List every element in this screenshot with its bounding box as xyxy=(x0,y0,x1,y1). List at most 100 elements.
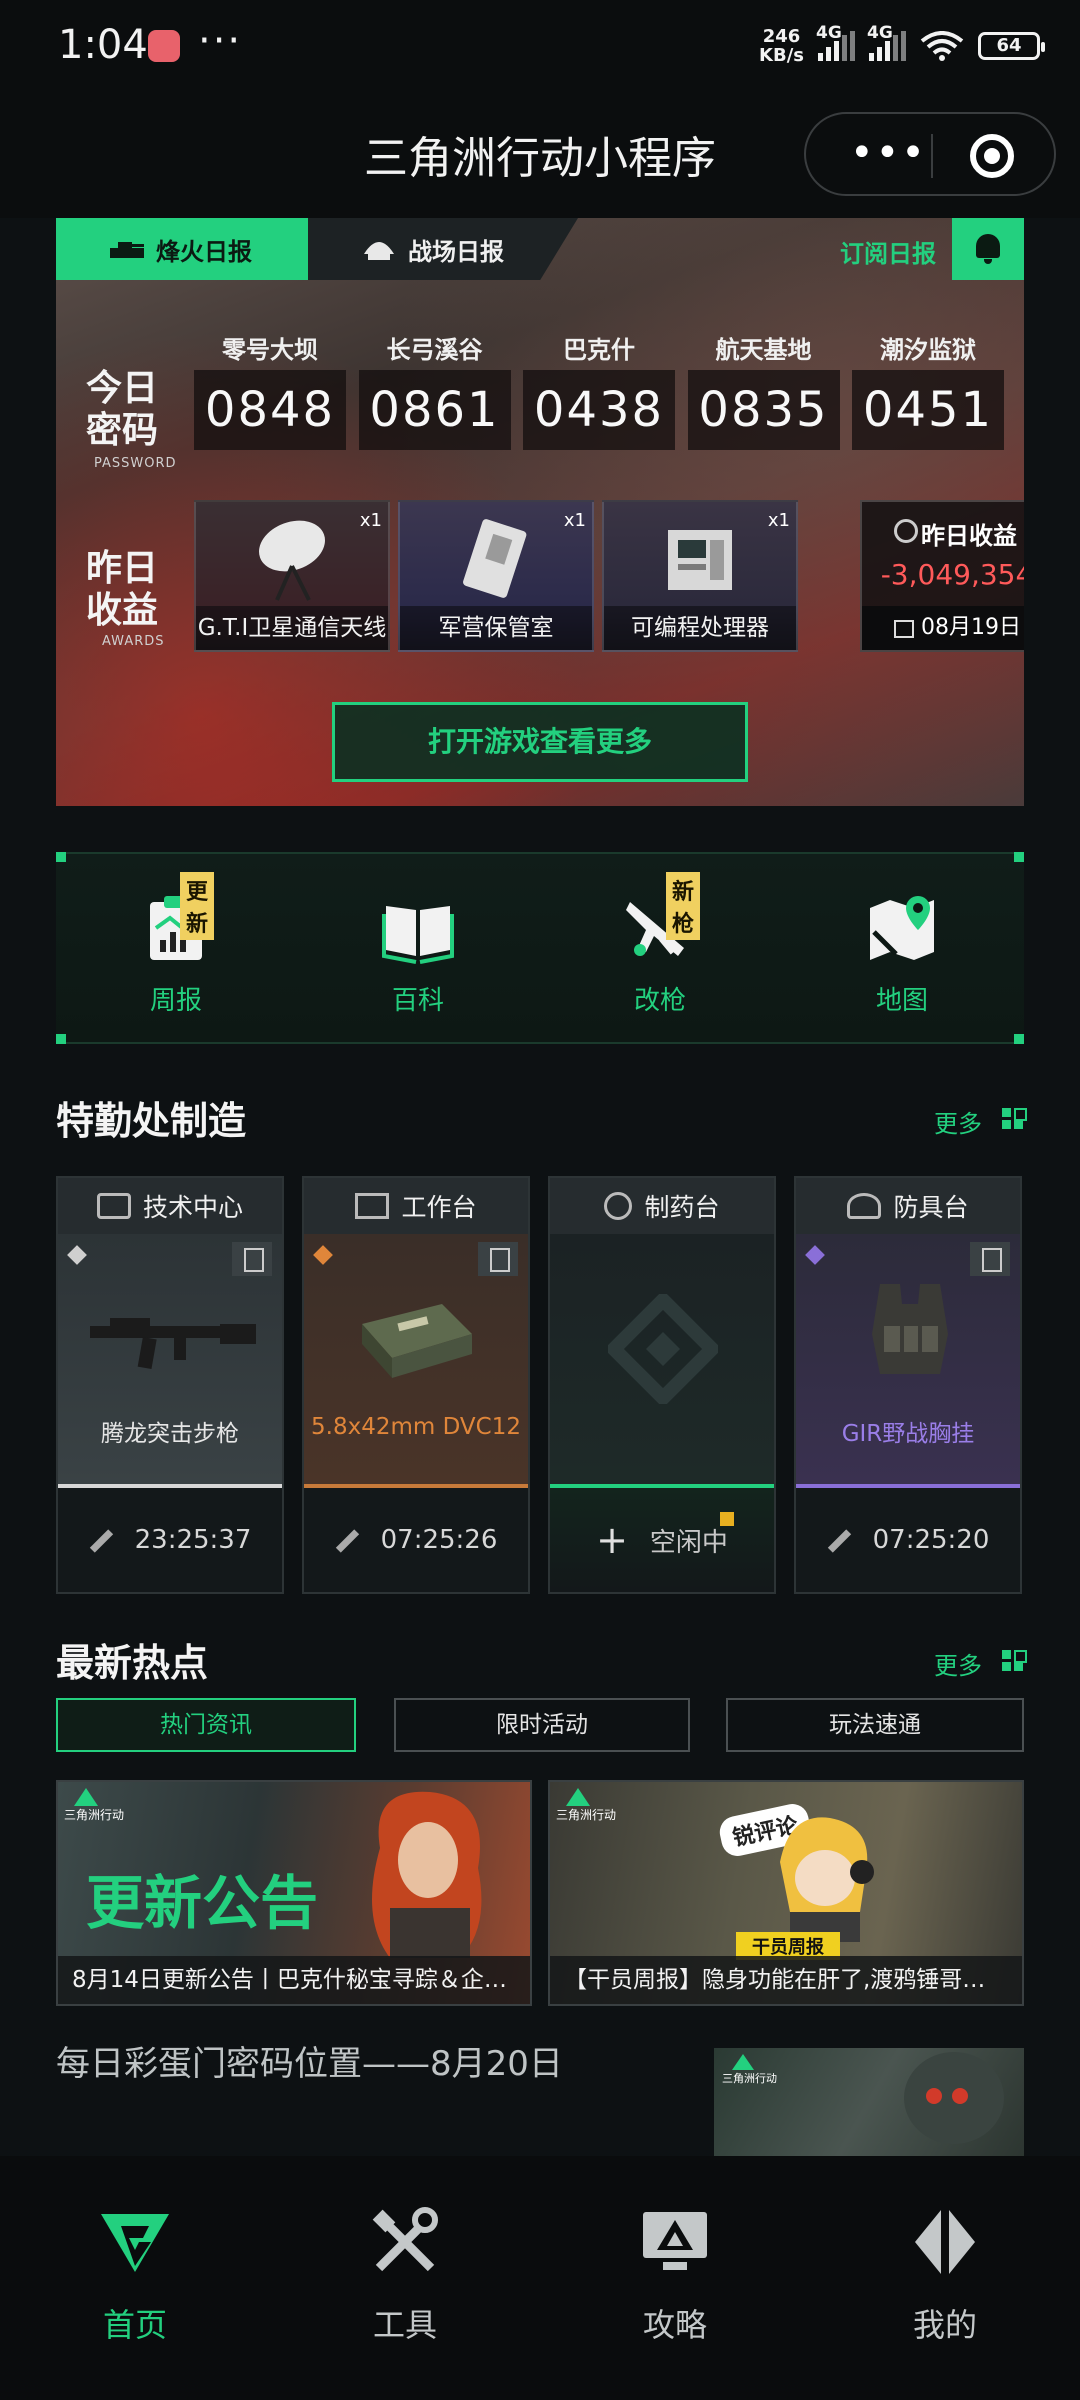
quick-gun-mod[interactable]: 新枪 改枪 xyxy=(580,872,740,1017)
code-value: 0438 xyxy=(523,370,675,450)
monitor-icon xyxy=(96,1193,131,1219)
code-item: 巴克什 0438 xyxy=(523,330,675,450)
code-value: 0835 xyxy=(687,370,840,450)
workshop-title: 特勤处制造 xyxy=(56,1099,247,1143)
code-value: 0848 xyxy=(194,370,346,450)
subscribe-daily-link[interactable]: 订阅日报 xyxy=(840,234,936,269)
password-codes: 零号大坝 0848 长弓溪谷 0861 巴克什 0438 航天基地 0835 潮汐监狱 0… xyxy=(194,330,1004,450)
code-item: 长弓溪谷 0861 xyxy=(358,330,511,450)
corner-decoration xyxy=(1014,1034,1024,1044)
earnings-title: 昨日收益 xyxy=(862,516,1024,551)
corner-decoration xyxy=(56,1034,66,1044)
news-caption: 【干员周报】隐身功能在肝了,渡鸦锤哥… xyxy=(550,1956,1022,2004)
game-logo: 三角洲行动 xyxy=(556,1788,616,1823)
bench-header: 工作台 xyxy=(304,1178,528,1234)
map-pin-icon xyxy=(866,892,938,964)
status-bar: 1:04 ··· 246 KB/s 4G 4G 64 xyxy=(0,0,1080,92)
grid-icon xyxy=(1002,1650,1027,1672)
tab-gameplay-guide[interactable]: 玩法速通 xyxy=(726,1698,1024,1752)
bench-footer: + 空闲中 xyxy=(550,1488,774,1592)
helmet-icon xyxy=(364,242,394,260)
bench-timer: 07:25:26 xyxy=(380,1525,498,1555)
alert-icon xyxy=(720,1512,734,1526)
rifle-icon: 新枪 xyxy=(624,872,701,964)
tab-fire-daily[interactable]: 烽火日报 xyxy=(56,218,308,280)
quick-map[interactable]: 地图 xyxy=(822,892,982,1017)
wrench-icon xyxy=(89,1528,113,1552)
nav-tools[interactable]: 工具 xyxy=(325,2206,485,2346)
signal-icon: 4G xyxy=(816,23,855,61)
nav-home[interactable]: 首页 xyxy=(55,2206,215,2346)
open-game-button[interactable]: 打开游戏查看更多 xyxy=(332,702,748,782)
rarity-icon xyxy=(313,1245,333,1265)
nav-profile[interactable]: 我的 xyxy=(865,2206,1025,2346)
quick-nav: 更新 周报 百科 新枪 改枪 地图 xyxy=(56,852,1024,1044)
book-icon xyxy=(382,892,454,964)
update-badge: 更新 xyxy=(180,872,215,940)
earnings-value: -3,049,354 xyxy=(880,558,1024,591)
clipboard-icon[interactable] xyxy=(478,1242,518,1276)
game-logo: 三角洲行动 xyxy=(722,2054,777,2086)
news-banner-text: 更新公告 xyxy=(86,1869,319,1937)
award-item[interactable]: x1 可编程处理器 xyxy=(602,500,798,652)
quick-weekly-report[interactable]: 更新 周报 xyxy=(96,872,256,1017)
capsule-divider xyxy=(931,134,933,178)
satellite-antenna-icon xyxy=(259,520,325,601)
bottom-nav: 首页 工具 攻略 我的 xyxy=(0,2156,1080,2400)
bench-body: GIR野战胸挂 xyxy=(796,1234,1020,1484)
ammo-box-image xyxy=(362,1304,472,1378)
bell-icon[interactable] xyxy=(952,218,1024,280)
bench-tech-center[interactable]: 技术中心 腾龙突击步枪 23:25:37 xyxy=(56,1176,284,1594)
code-item: 航天基地 0835 xyxy=(687,330,840,450)
assault-rifle-image xyxy=(90,1318,256,1370)
tab-limited-events[interactable]: 限时活动 xyxy=(394,1698,690,1752)
article-thumbnail[interactable]: 三角洲行动 xyxy=(714,2048,1024,2158)
bench-footer: 23:25:37 xyxy=(58,1488,282,1592)
clipboard-icon[interactable] xyxy=(970,1242,1010,1276)
bench-body: 腾龙突击步枪 xyxy=(58,1234,282,1484)
wrench-icon xyxy=(335,1528,359,1552)
award-item[interactable]: x1 G.T.I卫星通信天线 xyxy=(194,500,390,652)
bench-footer: 07:25:26 xyxy=(304,1488,528,1592)
bench-workbench[interactable]: 工作台 5.8x42mm DVC12 07:25:26 xyxy=(302,1176,530,1594)
wifi-icon xyxy=(920,31,964,61)
code-item: 零号大坝 0848 xyxy=(194,330,346,450)
earnings-date: 08月19日 xyxy=(862,606,1024,650)
daily-tabs: 烽火日报 战场日报 订阅日报 xyxy=(56,218,1024,280)
bench-armor[interactable]: 防具台 GIR野战胸挂 07:25:20 xyxy=(794,1176,1022,1594)
news-card[interactable]: 三角洲行动 更新公告 8月14日更新公告丨巴克什秘宝寻踪＆企… xyxy=(56,1780,532,2006)
battery-icon: 64 xyxy=(978,32,1045,60)
guide-monitor-icon xyxy=(639,2206,711,2278)
workshop-more-link[interactable]: 更多 xyxy=(934,1104,1027,1139)
weekly-report-icon: 更新 xyxy=(140,872,215,964)
bench-status: 空闲中 xyxy=(649,1527,728,1558)
hot-news-more-link[interactable]: 更多 xyxy=(934,1646,1027,1681)
tab-hot-info[interactable]: 热门资讯 xyxy=(56,1698,356,1752)
bench-header: 制药台 xyxy=(550,1178,774,1234)
microscope-icon xyxy=(604,1192,633,1220)
add-icon[interactable]: + xyxy=(596,1518,628,1562)
bench-pharmacy[interactable]: 制药台 + 空闲中 xyxy=(548,1176,776,1594)
bench-item-name: GIR野战胸挂 xyxy=(841,1421,975,1447)
rarity-icon xyxy=(805,1245,825,1265)
bench-item-name: 5.8x42mm DVC12 xyxy=(311,1414,521,1440)
rarity-icon xyxy=(67,1245,87,1265)
bench-item-name: 腾龙突击步枪 xyxy=(101,1421,239,1447)
awards-sublabel: AWARDS xyxy=(102,634,165,649)
daily-report-card: 烽火日报 战场日报 订阅日报 今日 密码 PASSWORD 零号大坝 0848 长… xyxy=(56,218,1024,806)
tab-battle-daily[interactable]: 战场日报 xyxy=(308,218,578,280)
article-title[interactable]: 每日彩蛋门密码位置——8月20日 xyxy=(56,2036,563,2085)
bench-footer: 07:25:20 xyxy=(796,1488,1020,1592)
code-value: 0861 xyxy=(358,370,511,450)
quick-encyclopedia[interactable]: 百科 xyxy=(338,892,498,1017)
tools-icon xyxy=(369,2206,441,2278)
home-logo-icon xyxy=(99,2206,171,2278)
close-miniprogram-button[interactable] xyxy=(970,134,1014,178)
more-menu-button[interactable]: ••• xyxy=(850,130,927,176)
app-notification-icon xyxy=(148,30,180,62)
award-item[interactable]: x1 军营保管室 xyxy=(398,500,594,652)
clipboard-icon[interactable] xyxy=(232,1242,272,1276)
more-notifications-icon: ··· xyxy=(198,18,243,64)
nav-guide[interactable]: 攻略 xyxy=(595,2206,755,2346)
news-card[interactable]: 三角洲行动 锐评论 干员周报 【干员周报】隐身功能在肝了,渡鸦锤哥… xyxy=(548,1780,1024,2006)
